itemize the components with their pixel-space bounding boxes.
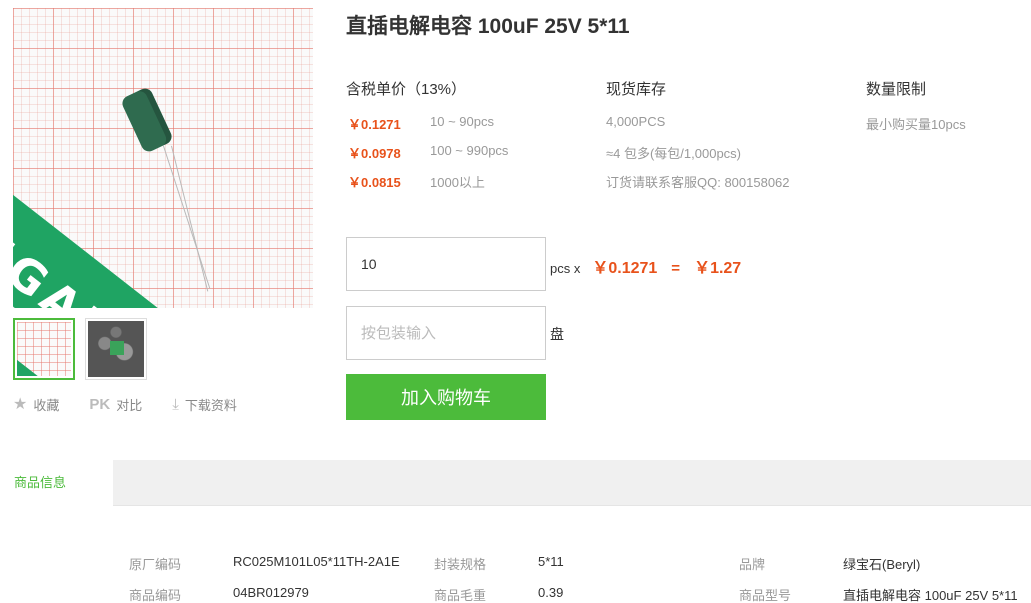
price-header: 含税单价（13%） (346, 81, 467, 98)
tier-range: 100 ~ 990pcs (430, 143, 509, 158)
min-purchase: 最小购买量10pcs (866, 117, 966, 132)
tier-range: 1000以上 (430, 175, 485, 190)
tab-product-info[interactable]: 商品信息 (0, 460, 113, 506)
attr-value: 5*11 (538, 554, 564, 569)
add-to-cart-button[interactable]: 加入购物车 (346, 374, 546, 420)
attr-label: 原厂编码 (129, 557, 182, 572)
total-price: ￥1.27 (694, 260, 742, 277)
unit-price: ￥0.1271 (592, 260, 658, 277)
ruler-graphic: OUGANW.CO (13, 148, 284, 308)
ruler-brand-text: OUGANW.CO (13, 189, 259, 308)
download-icon: ⤓ (172, 395, 179, 413)
star-icon: ★ (13, 396, 28, 413)
product-title: 直插电解电容 100uF 25V 5*11 (346, 15, 630, 38)
attr-label: 商品型号 (739, 588, 792, 603)
tab-bar: 商品信息 (0, 460, 1031, 506)
capacitor-lead (171, 145, 209, 292)
compare-button[interactable]: PK 对比 (89, 394, 142, 414)
limit-header: 数量限制 (866, 81, 927, 98)
thumbnail-image (88, 321, 144, 377)
stock-header: 现货库存 (606, 81, 667, 98)
thumbnail-1[interactable] (13, 318, 75, 380)
product-actions: ★ 收藏 PK 对比 ⤓ 下载资料 (13, 394, 237, 414)
capacitor-graphic (119, 86, 175, 154)
attr-label: 商品编码 (129, 588, 182, 603)
favorite-label: 收藏 (33, 397, 60, 413)
package-unit: 盘 (550, 326, 564, 342)
tier-price: ￥0.1271 (348, 117, 401, 132)
tier-price: ￥0.0815 (348, 175, 401, 190)
thumbnail-2[interactable] (85, 318, 147, 380)
attr-label: 商品毛重 (434, 588, 487, 603)
attr-value: 绿宝石(Beryl) (843, 557, 921, 572)
price-calculation: pcs x ￥0.1271 = ￥1.27 (550, 254, 741, 278)
tier-range: 10 ~ 90pcs (430, 114, 494, 129)
attr-label: 封装规格 (434, 557, 487, 572)
unit-label: pcs x (550, 261, 581, 276)
download-label: 下载资料 (184, 397, 237, 413)
attr-value: 直插电解电容 100uF 25V 5*11 (843, 588, 1018, 603)
stock-contact: 订货请联系客服QQ: 800158062 (606, 175, 790, 190)
tier-price: ￥0.0978 (348, 146, 401, 161)
download-button[interactable]: ⤓ 下载资料 (172, 394, 237, 414)
stock-packages: ≈4 包多(每包/1,000pcs) (606, 146, 742, 161)
package-input[interactable] (346, 306, 546, 360)
attr-value: 0.39 (538, 585, 564, 600)
attr-value: RC025M101L05*11TH-2A1E (233, 554, 400, 569)
capacitor-lead (163, 145, 211, 289)
stock-quantity: 4,000PCS (606, 114, 666, 129)
equals-sign: = (671, 260, 681, 277)
quantity-input[interactable] (346, 237, 546, 291)
favorite-button[interactable]: ★ 收藏 (13, 394, 59, 414)
thumbnail-list (13, 318, 147, 380)
attr-value: 04BR012979 (233, 585, 309, 600)
compare-label: 对比 (116, 397, 143, 413)
attr-label: 品牌 (739, 557, 766, 572)
pk-icon: PK (89, 395, 111, 413)
thumbnail-image (17, 322, 71, 376)
product-main-image: OUGANW.CO (13, 8, 313, 308)
